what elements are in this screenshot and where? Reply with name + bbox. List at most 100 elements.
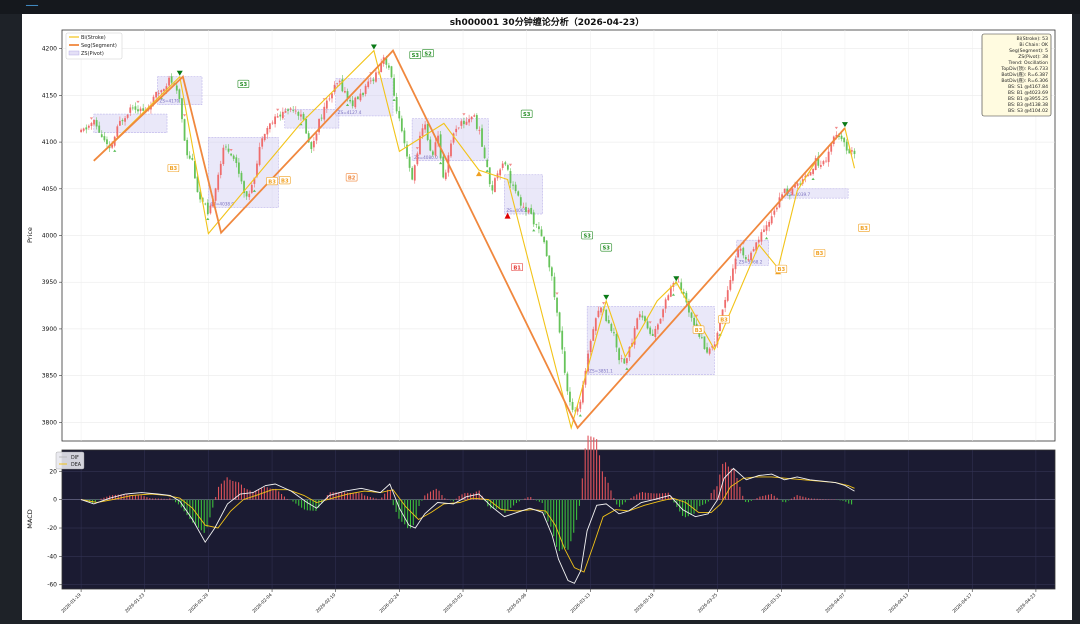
price-y-tick-label: 4100 — [42, 139, 57, 146]
macd-bar — [398, 500, 399, 519]
candle-body — [398, 111, 400, 118]
candle-body — [98, 126, 100, 133]
macd-bar — [550, 500, 551, 527]
macd-bar — [728, 467, 729, 500]
candle-body — [215, 188, 217, 200]
candle-body — [352, 100, 354, 106]
macd-bar — [410, 500, 411, 529]
macd-bar — [516, 500, 517, 503]
macd-bar — [444, 498, 445, 499]
macd-bar — [699, 500, 700, 507]
candle-body — [704, 336, 706, 349]
macd-bar — [648, 493, 649, 500]
candle-body — [618, 348, 620, 360]
macd-bar — [212, 500, 213, 508]
candle-body — [393, 78, 395, 96]
candle-body — [561, 331, 563, 350]
figure: sh000001 30分钟缠论分析（2026-04-23） 3800385039… — [22, 14, 1072, 620]
candle-body — [784, 189, 786, 193]
macd-bar — [384, 494, 385, 500]
candle-body — [740, 249, 742, 251]
macd-bar — [848, 500, 849, 504]
candle-body — [476, 115, 478, 129]
macd-bar — [762, 496, 763, 500]
price-y-label: Price — [26, 227, 34, 243]
macd-legend: DIF DEA — [56, 452, 84, 469]
macd-bar — [95, 500, 96, 502]
candle-body — [442, 157, 444, 178]
candle-body — [354, 98, 356, 108]
candle-body — [528, 210, 530, 213]
macd-bar — [820, 499, 821, 500]
candle-body — [569, 392, 571, 402]
macd-bar — [496, 500, 497, 509]
candle-body — [362, 93, 364, 95]
macd-bar — [596, 439, 597, 500]
info-line: BotDiv(底): R=6.387 — [1001, 71, 1048, 78]
candle-body — [468, 119, 470, 122]
candle-body — [158, 93, 160, 94]
macd-bar — [610, 490, 611, 499]
candle-body — [608, 320, 610, 323]
macd-bar — [567, 500, 568, 550]
macd-bar — [605, 477, 606, 500]
candle-body — [479, 130, 481, 131]
macd-bar — [711, 493, 712, 500]
x-tick-label: 2026-04-23 — [1015, 592, 1037, 614]
candle-body — [810, 172, 812, 175]
signal-label: S3 — [523, 112, 531, 118]
candle-body — [88, 126, 90, 128]
candle-body — [499, 169, 501, 175]
candle-body — [541, 229, 543, 236]
candle-body — [326, 101, 328, 109]
top-link[interactable]: ━━━━ — [26, 3, 38, 9]
candle-body — [287, 109, 289, 111]
candle-body — [191, 158, 193, 160]
candle-body — [745, 257, 747, 259]
candle-body — [530, 208, 532, 214]
candle-body — [176, 86, 178, 91]
candle-body — [367, 82, 369, 87]
candle-body — [564, 351, 566, 373]
candle-body — [171, 76, 173, 82]
candle-body — [455, 129, 457, 132]
candle-body — [533, 212, 535, 224]
candle-body — [626, 358, 628, 363]
candle-body — [272, 123, 274, 124]
macd-bar — [267, 487, 268, 499]
candle-body — [360, 94, 362, 101]
candle-body — [186, 140, 188, 155]
candle-body — [678, 282, 680, 283]
macd-bar — [221, 484, 222, 500]
candle-body — [217, 175, 219, 190]
macd-bar — [845, 500, 846, 502]
macd-bar — [774, 496, 775, 500]
macd-y-tick-label: -60 — [47, 582, 57, 589]
signal-label: B3 — [777, 267, 785, 273]
candle-body — [168, 78, 170, 86]
candle-body — [724, 300, 726, 308]
candle-body — [750, 253, 752, 260]
candle-body — [274, 116, 276, 124]
macd-bar — [616, 500, 617, 505]
candle-body — [652, 334, 654, 336]
macd-bar — [401, 500, 402, 522]
macd-panel: -60-40-20020 MACD DIF DEA — [26, 436, 1055, 589]
candle-body — [297, 112, 299, 116]
macd-bar — [198, 500, 199, 528]
candle-body — [693, 318, 695, 325]
macd-bar — [585, 448, 586, 499]
macd-bar — [227, 477, 228, 499]
x-tick-label: 2026-01-29 — [188, 592, 210, 614]
candle-body — [517, 191, 519, 195]
macd-bar — [229, 480, 230, 500]
macd-bar — [693, 500, 694, 514]
macd-bar — [149, 498, 150, 500]
candle-body — [178, 89, 180, 99]
macd-bar — [138, 495, 139, 499]
macd-bar — [619, 500, 620, 507]
candle-body — [598, 311, 600, 317]
candle-body — [458, 127, 460, 128]
candle-body — [489, 167, 491, 184]
candle-body — [771, 216, 773, 223]
